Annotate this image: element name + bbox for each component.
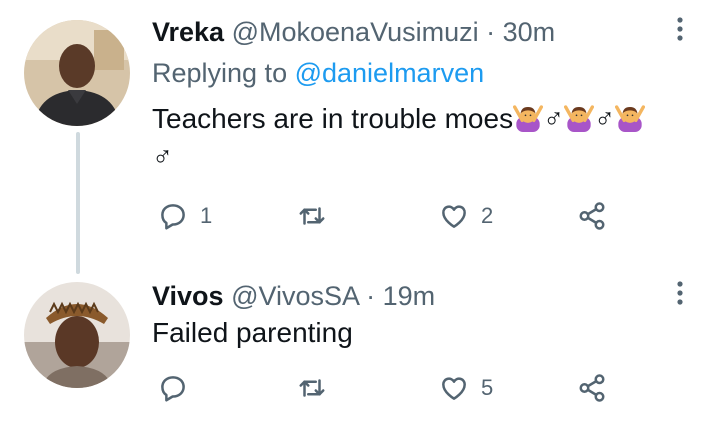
male-sign: ♂ — [152, 141, 173, 172]
person-gesturing-no-emoji — [615, 102, 645, 132]
timestamp[interactable]: 30m — [503, 17, 556, 47]
user-handle[interactable]: @VivosSA — [231, 281, 358, 311]
retweet-button[interactable] — [297, 368, 339, 408]
more-options-icon[interactable] — [670, 278, 690, 308]
tweet-text: Failed parenting — [152, 317, 353, 348]
avatar[interactable] — [24, 20, 130, 126]
separator-dot: · — [486, 17, 496, 47]
avatar[interactable] — [24, 282, 130, 388]
tweet-text-content: Teachers are in trouble moes — [152, 103, 514, 134]
thread-line — [76, 132, 80, 274]
share-icon — [579, 202, 605, 230]
tweet-text: Teachers are in trouble moes ♂ ♂ ♂ — [152, 100, 692, 176]
like-button[interactable]: 2 — [439, 196, 493, 236]
tweet-actions: 1 2 — [152, 196, 672, 236]
retweet-icon — [299, 207, 325, 225]
share-icon — [579, 374, 605, 402]
male-sign: ♂ — [594, 103, 616, 134]
share-button[interactable] — [577, 196, 607, 236]
tweet-1[interactable]: Vreka @MokoenaVusimuzi · 30m Replying to… — [0, 0, 720, 274]
replying-to: Replying to @danielmarven — [152, 57, 484, 89]
user-handle[interactable]: @MokoenaVusimuzi — [232, 17, 479, 47]
reply-button[interactable]: 1 — [158, 196, 212, 236]
reply-count: 1 — [200, 203, 213, 228]
more-options-icon[interactable] — [670, 14, 690, 44]
separator-dot: · — [366, 281, 376, 311]
replying-to-prefix: Replying to — [152, 58, 295, 88]
tweet-actions: 5 — [152, 368, 672, 408]
display-name[interactable]: Vreka — [152, 17, 224, 47]
tweet-2[interactable]: Vivos @VivosSA · 19m Failed parenting 5 — [0, 270, 720, 430]
reply-button[interactable] — [158, 368, 200, 408]
tweet-header: Vreka @MokoenaVusimuzi · 30m — [152, 16, 555, 48]
heart-icon — [442, 377, 466, 400]
male-sign: ♂ — [543, 103, 565, 134]
timestamp[interactable]: 19m — [383, 281, 436, 311]
share-button[interactable] — [577, 368, 607, 408]
person-gesturing-no-emoji — [564, 102, 594, 132]
like-button[interactable]: 5 — [439, 368, 493, 408]
reply-icon — [161, 204, 185, 230]
display-name[interactable]: Vivos — [152, 281, 224, 311]
like-count: 5 — [481, 375, 494, 400]
retweet-button[interactable] — [297, 196, 339, 236]
person-gesturing-no-emoji — [513, 102, 543, 132]
reply-icon — [161, 376, 185, 402]
retweet-icon — [299, 379, 325, 397]
like-count: 2 — [481, 203, 494, 228]
heart-icon — [442, 205, 466, 228]
tweet-header: Vivos @VivosSA · 19m — [152, 280, 435, 312]
mention-link[interactable]: @danielmarven — [295, 58, 485, 88]
